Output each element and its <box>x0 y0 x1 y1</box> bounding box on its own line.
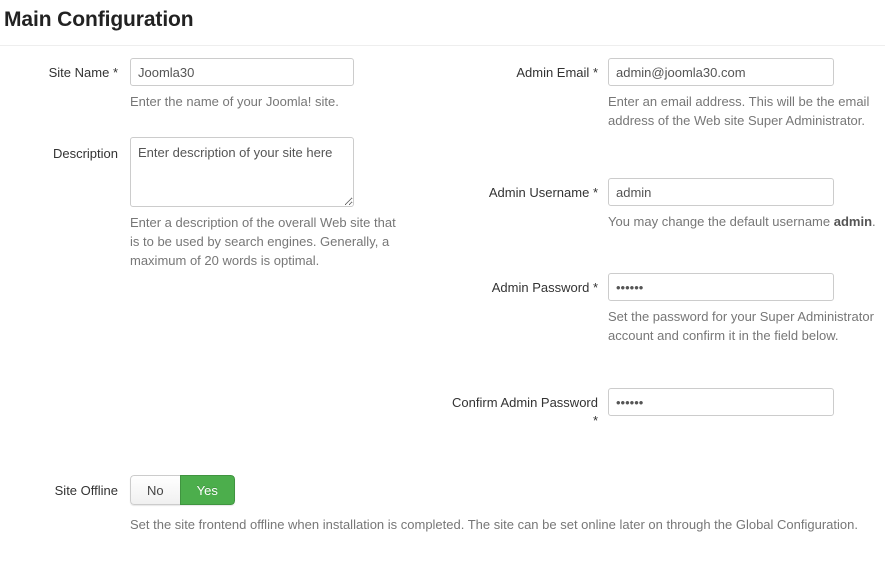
label-site-name-text: Site Name <box>49 65 110 80</box>
site-offline-option-yes[interactable]: Yes <box>180 475 235 505</box>
site-offline-option-no[interactable]: No <box>130 475 180 505</box>
label-admin-email: Admin Email * <box>450 64 598 82</box>
help-admin-username-strong: admin <box>834 214 872 229</box>
help-site-offline: Set the site frontend offline when insta… <box>130 514 885 535</box>
required-marker: * <box>593 280 598 295</box>
controls-admin-username: You may change the default username admi… <box>608 178 885 231</box>
field-admin-username: Admin Username * You may change the defa… <box>450 178 885 258</box>
help-admin-email: Enter an email address. This will be the… <box>608 92 880 130</box>
label-description: Description <box>0 145 118 163</box>
admin-username-input[interactable] <box>608 178 834 206</box>
admin-password-input[interactable] <box>608 273 834 301</box>
help-admin-username-suffix: . <box>872 214 876 229</box>
controls-admin-email: Enter an email address. This will be the… <box>608 58 885 130</box>
required-marker: * <box>113 65 118 80</box>
help-admin-username: You may change the default username admi… <box>608 212 880 231</box>
label-confirm-admin-password-text: Confirm Admin Password <box>452 395 598 410</box>
admin-email-input[interactable] <box>608 58 834 86</box>
main-configuration-form: Site Name * Enter the name of your Jooml… <box>0 58 885 463</box>
title-divider <box>0 45 885 46</box>
controls-description: Enter a description of the overall Web s… <box>130 137 450 270</box>
help-admin-username-prefix: You may change the default username <box>608 214 834 229</box>
controls-admin-password: Set the password for your Super Administ… <box>608 273 885 345</box>
field-admin-email: Admin Email * Enter an email address. Th… <box>450 58 885 163</box>
controls-site-name: Enter the name of your Joomla! site. <box>130 58 450 111</box>
controls-site-offline: No Yes Set the site frontend offline whe… <box>130 475 885 535</box>
controls-confirm-admin-password <box>608 388 885 416</box>
required-marker: * <box>593 413 598 428</box>
label-admin-username-text: Admin Username <box>489 185 589 200</box>
field-site-name: Site Name * Enter the name of your Jooml… <box>0 58 450 117</box>
help-admin-password: Set the password for your Super Administ… <box>608 307 880 345</box>
field-site-offline: Site Offline No Yes Set the site fronten… <box>0 475 885 535</box>
left-column: Site Name * Enter the name of your Jooml… <box>0 58 450 357</box>
description-textarea[interactable] <box>130 137 354 207</box>
confirm-admin-password-input[interactable] <box>608 388 834 416</box>
required-marker: * <box>593 185 598 200</box>
label-site-offline: Site Offline <box>0 482 118 500</box>
label-admin-password-text: Admin Password <box>492 280 590 295</box>
site-offline-toggle[interactable]: No Yes <box>130 475 235 505</box>
help-description: Enter a description of the overall Web s… <box>130 213 398 270</box>
label-site-offline-text: Site Offline <box>55 483 118 498</box>
field-description: Description Enter a description of the o… <box>0 137 450 357</box>
field-confirm-admin-password: Confirm Admin Password * <box>450 388 885 448</box>
label-admin-password: Admin Password * <box>450 279 598 297</box>
site-name-input[interactable] <box>130 58 354 86</box>
field-admin-password: Admin Password * Set the password for yo… <box>450 273 885 373</box>
label-admin-email-text: Admin Email <box>516 65 589 80</box>
label-confirm-admin-password: Confirm Admin Password * <box>450 394 598 430</box>
label-description-text: Description <box>53 146 118 161</box>
page-title: Main Configuration <box>0 0 885 34</box>
label-admin-username: Admin Username * <box>450 184 598 202</box>
help-site-name: Enter the name of your Joomla! site. <box>130 92 398 111</box>
right-column: Admin Email * Enter an email address. Th… <box>450 58 885 448</box>
label-site-name: Site Name * <box>0 64 118 82</box>
required-marker: * <box>593 65 598 80</box>
